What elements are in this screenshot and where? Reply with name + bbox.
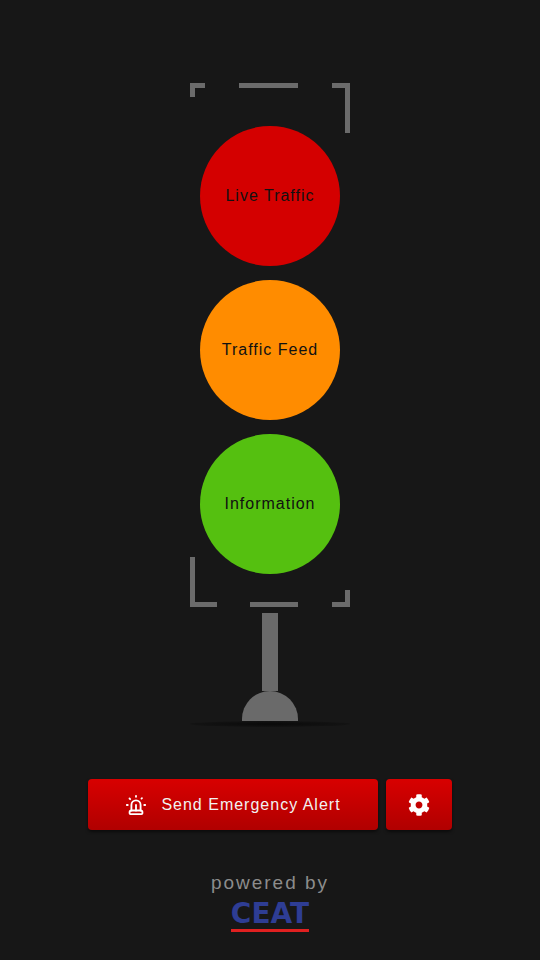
pole-base	[242, 691, 298, 721]
settings-button[interactable]	[386, 779, 452, 830]
light-button[interactable]: Information	[200, 434, 340, 574]
pole	[262, 613, 278, 691]
traffic-light: Live TrafficTraffic FeedInformation	[190, 83, 350, 608]
emergency-alert-button[interactable]: Send Emergency Alert	[88, 779, 378, 830]
base-shadow	[190, 721, 350, 727]
light-button[interactable]: Live Traffic	[200, 126, 340, 266]
brand-logo: CEAT	[231, 900, 309, 932]
powered-by: powered by	[211, 872, 329, 894]
light-button[interactable]: Traffic Feed	[200, 280, 340, 420]
siren-icon	[125, 794, 147, 816]
button-row: Send Emergency Alert	[88, 779, 452, 830]
app-screen: Live TrafficTraffic FeedInformation Send …	[0, 0, 540, 960]
gear-icon	[408, 794, 430, 816]
